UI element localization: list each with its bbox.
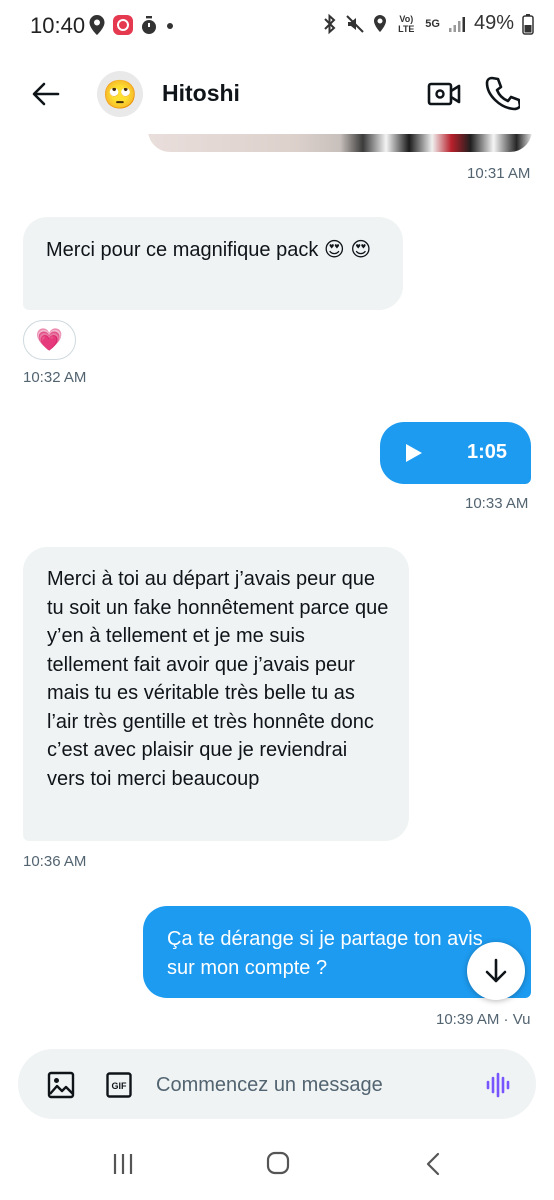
app-notification-icon — [113, 15, 133, 35]
mute-icon — [346, 14, 364, 33]
video-call-button[interactable] — [426, 76, 462, 112]
voice-wave-icon — [486, 1072, 510, 1098]
status-notification-icons — [88, 14, 176, 36]
play-icon[interactable] — [404, 442, 424, 464]
call-button[interactable] — [484, 74, 522, 112]
recent-apps-icon[interactable] — [111, 1152, 135, 1176]
add-media-button[interactable] — [47, 1071, 75, 1099]
location-icon — [374, 14, 387, 32]
phone-icon — [485, 76, 522, 111]
image-icon — [47, 1071, 75, 1099]
nav-back-icon[interactable] — [424, 1151, 442, 1177]
message-composer: GIF — [18, 1049, 536, 1119]
voice-message[interactable]: 1:05 — [380, 422, 531, 484]
battery-icon — [522, 13, 534, 35]
message-input[interactable] — [154, 1061, 468, 1109]
conversation-header: 🙄 Hitoshi — [0, 54, 554, 134]
dot-icon — [167, 23, 173, 29]
message-timestamp: 10:33 AM — [465, 495, 529, 512]
avatar[interactable]: 🙄 — [97, 71, 143, 117]
gif-button[interactable]: GIF — [106, 1072, 132, 1098]
status-bar: 10:40 Vo) LTE 5G 49% — [0, 0, 554, 54]
home-icon[interactable] — [265, 1150, 291, 1176]
message-timestamp: 10:36 AM — [23, 853, 87, 870]
incoming-message[interactable]: Merci à toi au départ j’avais peur que t… — [23, 547, 409, 841]
volte-label: Vo) LTE — [398, 13, 415, 34]
incoming-message[interactable]: Merci pour ce magnifique pack 😍 😍 — [23, 217, 403, 310]
contact-name[interactable]: Hitoshi — [162, 80, 240, 107]
gif-label: GIF — [112, 1081, 128, 1091]
voice-message-button[interactable] — [484, 1070, 514, 1100]
message-timestamp: 10:32 AM — [23, 369, 87, 386]
audio-duration: 1:05 — [466, 441, 507, 463]
message-timestamp: 10:39 AM · Vu — [436, 1011, 531, 1028]
signal-icon — [448, 16, 465, 32]
arrow-left-icon — [32, 82, 60, 106]
message-timestamp: 10:31 AM — [467, 165, 531, 182]
back-button[interactable] — [28, 76, 64, 112]
status-system-icons: Vo) LTE 5G 49% — [323, 12, 534, 35]
location-icon — [89, 15, 105, 35]
bluetooth-icon — [324, 13, 336, 34]
video-call-icon — [427, 82, 461, 106]
scroll-to-bottom-button[interactable] — [467, 942, 525, 1000]
system-navigation-bar — [0, 1130, 554, 1200]
reaction-heart-icon[interactable]: 💗 — [23, 320, 76, 360]
timer-icon — [142, 16, 156, 34]
gif-icon: GIF — [106, 1072, 132, 1098]
battery-percent: 49% — [473, 12, 514, 34]
status-time: 10:40 — [30, 13, 86, 38]
arrow-down-icon — [485, 958, 507, 983]
network-label: 5G — [425, 17, 440, 30]
